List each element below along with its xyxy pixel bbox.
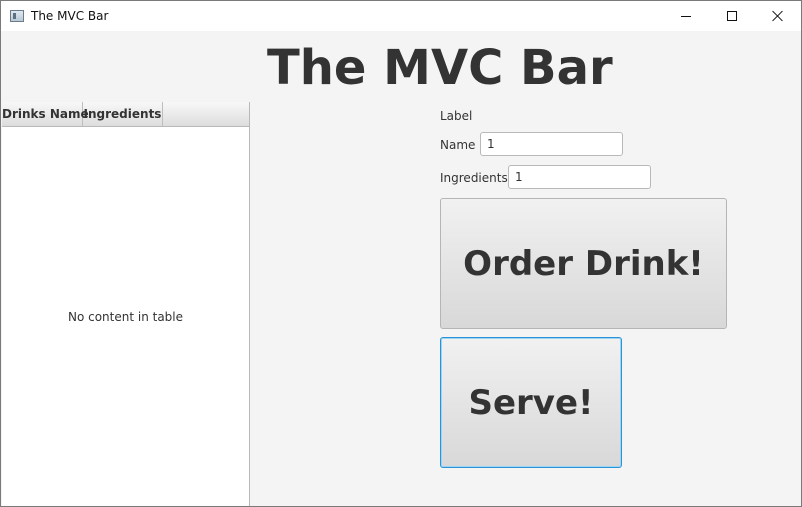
close-button[interactable]	[755, 1, 801, 31]
close-icon	[772, 10, 784, 22]
app-heading: The MVC Bar	[267, 40, 613, 96]
application-icon	[10, 10, 24, 22]
serve-button[interactable]: Serve!	[440, 337, 622, 468]
table-header-filler	[163, 102, 249, 127]
drinks-table-header: Drinks Name Ingredients	[2, 102, 249, 127]
empty-table-message: No content in table	[67, 310, 184, 324]
drinks-table[interactable]: Drinks Name Ingredients No content in ta…	[2, 102, 250, 506]
maximize-button[interactable]	[709, 1, 755, 31]
order-drink-button[interactable]: Order Drink!	[440, 198, 727, 329]
mvc-bar-window: The MVC Bar The MVC Bar Drinks Name Ingr…	[0, 0, 802, 507]
maximize-icon	[727, 11, 737, 21]
window-title: The MVC Bar	[31, 9, 109, 23]
drinks-name-column-header[interactable]: Drinks Name	[2, 102, 89, 127]
ingredients-column-header[interactable]: Ingredients	[83, 102, 163, 127]
form-caption-label: Label	[440, 109, 473, 123]
ingredients-input[interactable]	[508, 165, 651, 189]
minimize-icon	[681, 16, 691, 17]
ingredients-label: Ingredients	[440, 171, 508, 185]
name-label: Name	[440, 138, 476, 152]
window-controls	[663, 1, 801, 31]
name-input[interactable]	[480, 132, 623, 156]
minimize-button[interactable]	[663, 1, 709, 31]
window-titlebar[interactable]: The MVC Bar	[1, 1, 801, 31]
